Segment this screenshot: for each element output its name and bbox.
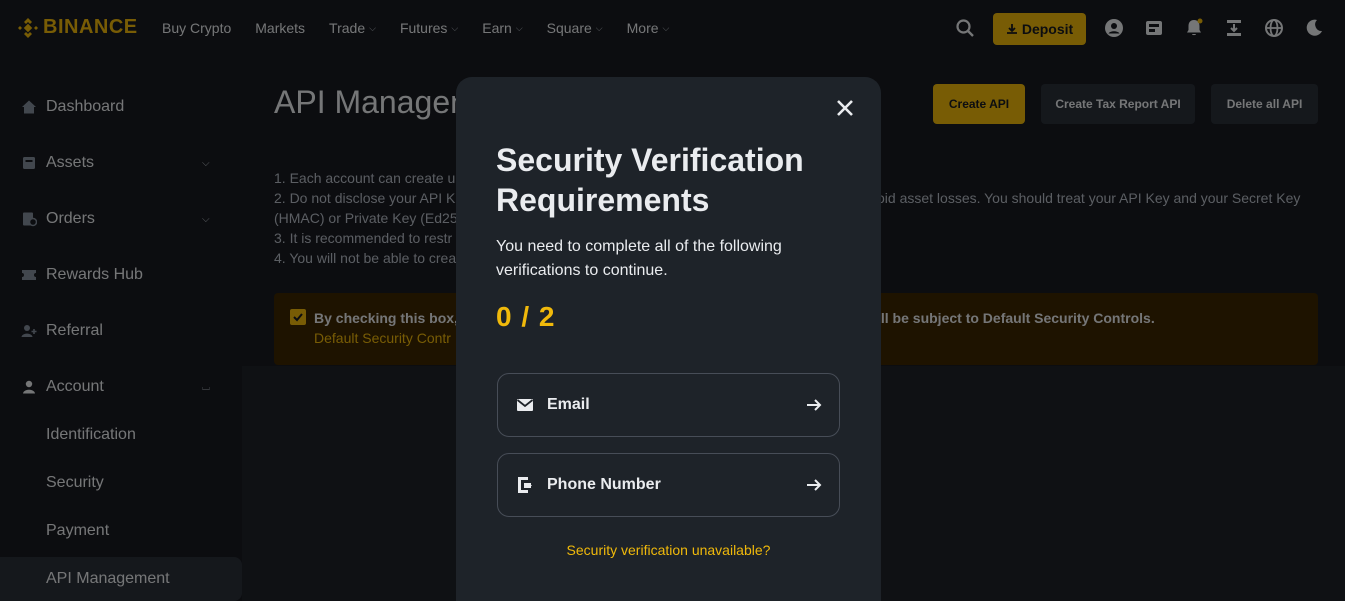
arrow-right-icon	[803, 474, 825, 496]
phone-verification-option[interactable]: Phone Number	[497, 453, 840, 517]
modal-title: Security Verification Requirements	[496, 142, 804, 218]
email-verification-option[interactable]: Email	[497, 373, 840, 437]
phone-number-label: Phone Number	[547, 476, 661, 493]
email-label: Email	[547, 396, 590, 413]
phone-icon	[516, 476, 534, 494]
close-icon[interactable]	[834, 97, 856, 119]
security-verification-modal: Security Verification Requirements You n…	[456, 77, 881, 601]
verification-progress: 0 / 2	[496, 301, 556, 332]
modal-subtitle: You need to complete all of the followin…	[496, 238, 782, 279]
arrow-right-icon	[803, 394, 825, 416]
email-icon	[516, 396, 534, 414]
verification-unavailable-link[interactable]: Security verification unavailable?	[456, 542, 881, 558]
